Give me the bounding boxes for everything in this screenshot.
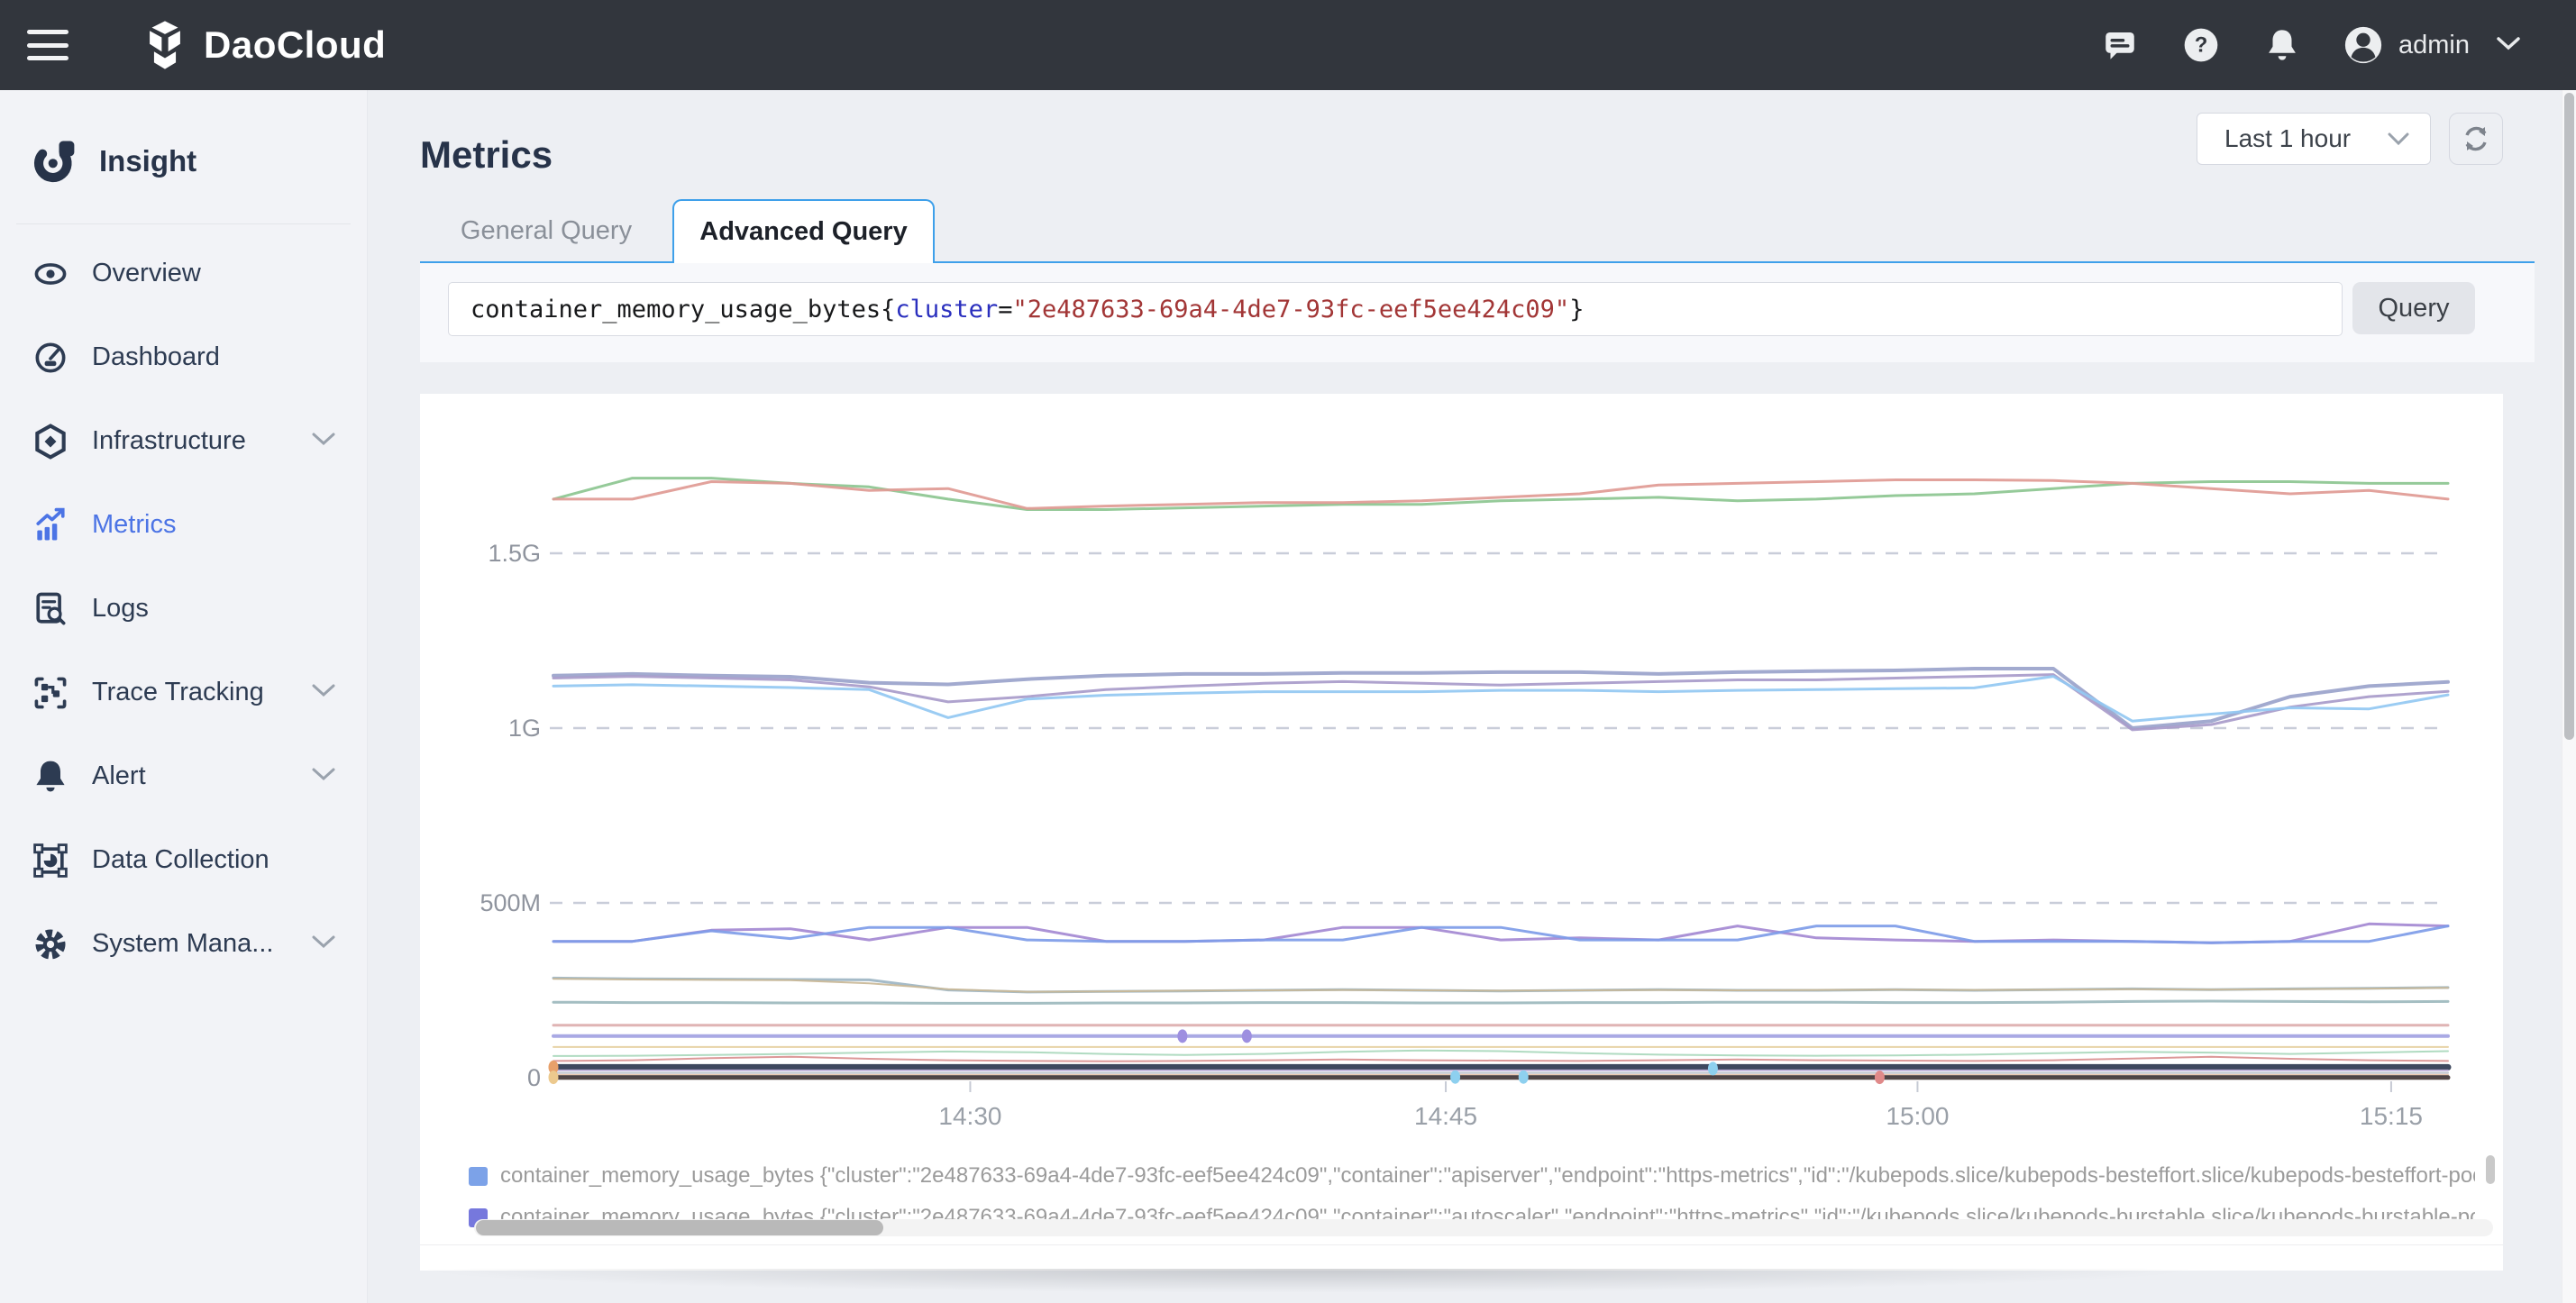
tab-advanced-query[interactable]: Advanced Query [672, 199, 935, 263]
infrastructure-icon [31, 422, 70, 461]
legend-item[interactable]: container_memory_usage_bytes {"cluster":… [469, 1158, 2475, 1194]
page-title: Metrics [420, 133, 553, 177]
query-metric-text: container_memory_usage_bytes{ [470, 296, 895, 323]
gear-icon [31, 925, 70, 964]
promql-query-input[interactable]: container_memory_usage_bytes{cluster="2e… [448, 282, 2343, 336]
svg-text:14:30: 14:30 [938, 1102, 1001, 1130]
card-bottom-shadow [420, 1269, 2535, 1303]
brand-name: DaoCloud [204, 23, 386, 67]
select-chevron-down-icon [2387, 131, 2410, 147]
query-label-key: cluster [895, 296, 998, 323]
sidebar-item-trace-tracking[interactable]: Trace Tracking [0, 651, 367, 734]
legend-horizontal-scrollbar[interactable] [474, 1219, 2493, 1236]
sidebar-item-overview[interactable]: Overview [0, 232, 367, 315]
sidebar: Insight Overview Dashboard Infrastructur… [0, 90, 368, 1303]
help-icon[interactable]: ? [2180, 24, 2222, 66]
scrollbar-thumb[interactable] [476, 1220, 883, 1235]
hamburger-menu-icon[interactable] [27, 30, 69, 60]
query-button[interactable]: Query [2352, 282, 2475, 334]
notifications-bell-icon[interactable] [2261, 24, 2303, 66]
sidebar-divider [16, 223, 351, 224]
chevron-down-icon [311, 682, 336, 703]
svg-text:0: 0 [527, 1064, 541, 1091]
refresh-icon [2460, 123, 2492, 155]
svg-text:15:00: 15:00 [1886, 1102, 1949, 1130]
sidebar-item-label: Logs [92, 594, 149, 624]
chevron-down-icon [311, 934, 336, 954]
query-label-value: "2e487633-69a4-4de7-93fc-eef5ee424c09" [1012, 296, 1569, 323]
messages-icon[interactable] [2099, 24, 2141, 66]
svg-text:15:15: 15:15 [2360, 1102, 2423, 1130]
sidebar-item-data-collection[interactable]: Data Collection [0, 818, 367, 902]
username-label: admin [2398, 31, 2470, 60]
refresh-button[interactable] [2449, 113, 2503, 165]
product-header: Insight [0, 90, 367, 198]
sidebar-item-infrastructure[interactable]: Infrastructure [0, 399, 367, 483]
user-menu-chevron-down-icon[interactable] [2495, 34, 2522, 57]
tab-general-query[interactable]: General Query [420, 199, 672, 263]
sidebar-item-label: Infrastructure [92, 426, 246, 456]
legend-separator [420, 1244, 2503, 1245]
sidebar-item-system-mana[interactable]: System Mana... [0, 902, 367, 986]
sidebar-item-label: Overview [92, 259, 201, 288]
sidebar-item-dashboard[interactable]: Dashboard [0, 315, 367, 399]
svg-text:14:45: 14:45 [1414, 1102, 1477, 1130]
sidebar-item-alert[interactable]: Alert [0, 734, 367, 818]
legend-label: container_memory_usage_bytes {"cluster":… [500, 1163, 2475, 1189]
sidebar-item-label: Alert [92, 761, 146, 791]
time-range-select[interactable]: Last 1 hour [2197, 113, 2431, 165]
dashboard-icon [31, 338, 70, 378]
brand[interactable]: DaoCloud [139, 19, 386, 71]
svg-text:1G: 1G [508, 715, 541, 742]
metrics-line-chart[interactable]: 1.5G 1G 500M 0 14:30 14:45 15:00 15:15 [420, 394, 2503, 1271]
user-avatar[interactable] [2343, 24, 2384, 66]
sidebar-nav: Overview Dashboard Infrastructure Metric… [0, 232, 367, 986]
time-range-value: Last 1 hour [2224, 124, 2351, 153]
chevron-down-icon [311, 766, 336, 787]
collection-icon [31, 841, 70, 880]
insight-logo-icon [31, 137, 79, 186]
eye-icon [31, 254, 70, 294]
svg-text:?: ? [2195, 32, 2208, 57]
query-tabs: General Query Advanced Query [420, 197, 2535, 263]
chart-card: 1.5G 1G 500M 0 14:30 14:45 15:00 15:15 containe… [420, 394, 2503, 1271]
svg-text:500M: 500M [480, 889, 541, 916]
legend-scrollbar[interactable] [2486, 1155, 2495, 1218]
top-bar: DaoCloud ? [0, 0, 2576, 90]
svg-text:1.5G: 1.5G [488, 540, 541, 567]
legend-swatch [469, 1167, 488, 1186]
daocloud-logo-icon [139, 19, 191, 71]
page-scrollbar-track[interactable] [2562, 90, 2576, 1303]
metrics-icon [31, 506, 70, 545]
product-name: Insight [99, 144, 196, 178]
sidebar-item-label: Trace Tracking [92, 678, 264, 707]
trace-icon [31, 673, 70, 713]
main-content: Metrics Last 1 hour General Query Advanc… [369, 90, 2562, 1303]
sidebar-item-label: Metrics [92, 510, 176, 540]
logs-icon [31, 589, 70, 629]
page-scrollbar-thumb[interactable] [2564, 93, 2574, 740]
chevron-down-icon [311, 431, 336, 451]
bell-icon [31, 757, 70, 797]
sidebar-item-label: Data Collection [92, 845, 269, 875]
sidebar-item-label: System Mana... [92, 929, 273, 959]
sidebar-item-logs[interactable]: Logs [0, 567, 367, 651]
sidebar-item-metrics[interactable]: Metrics [0, 483, 367, 567]
sidebar-item-label: Dashboard [92, 342, 220, 372]
